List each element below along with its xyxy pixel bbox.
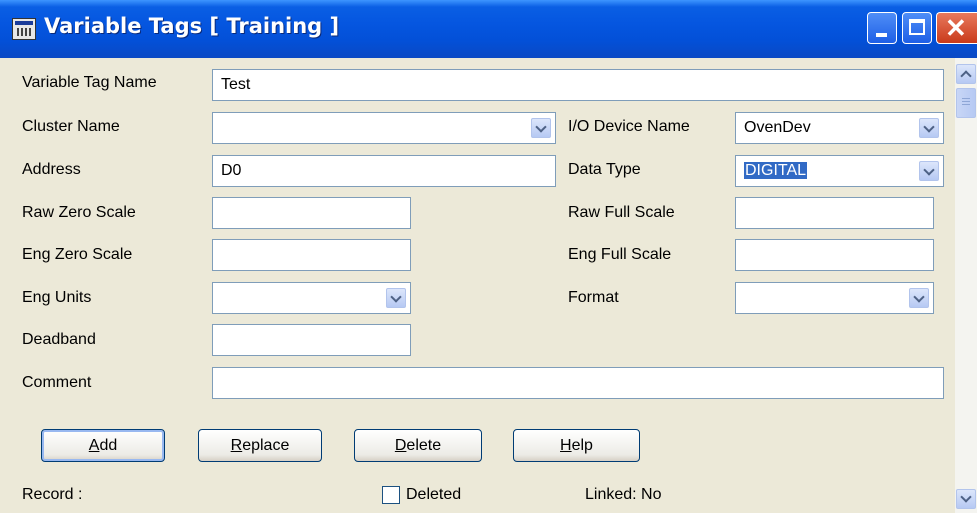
raw-full-scale-input[interactable] (735, 197, 934, 229)
window-title: Variable Tags [ Training ] (44, 14, 340, 38)
add-button-label: dd (99, 437, 118, 454)
eng-full-scale-input[interactable] (735, 239, 934, 271)
replace-button[interactable]: Replace (198, 429, 322, 462)
raw-full-scale-label: Raw Full Scale (568, 204, 675, 221)
delete-button-mnemonic: D (394, 437, 407, 454)
data-type-label: Data Type (568, 161, 641, 178)
variable-tag-name-label: Variable Tag Name (22, 74, 157, 91)
format-select[interactable] (735, 282, 934, 314)
variable-tags-window: Variable Tags [ Training ] ✕ Variable Ta… (0, 0, 977, 513)
eng-zero-scale-label: Eng Zero Scale (22, 246, 133, 263)
add-button[interactable]: Add (41, 429, 165, 462)
address-value: D0 (221, 162, 242, 179)
format-label: Format (568, 289, 619, 306)
address-label: Address (22, 161, 81, 178)
chevron-down-icon[interactable] (531, 118, 551, 138)
deleted-label: Deleted (406, 486, 462, 503)
eng-zero-scale-input[interactable] (212, 239, 411, 271)
raw-zero-scale-input[interactable] (212, 197, 411, 229)
chevron-down-icon[interactable] (919, 118, 939, 138)
io-device-name-value: OvenDev (744, 119, 811, 136)
delete-button-label: elete (406, 437, 442, 454)
eng-units-label: Eng Units (22, 289, 92, 306)
comment-input[interactable] (212, 367, 944, 399)
io-device-name-select[interactable]: OvenDev (735, 112, 944, 144)
close-button[interactable]: ✕ (936, 12, 977, 44)
linked-status: Linked: No (585, 486, 662, 503)
deleted-checkbox[interactable] (382, 486, 400, 504)
add-button-mnemonic: A (88, 437, 100, 454)
scroll-thumb[interactable] (956, 88, 976, 118)
data-type-select[interactable]: DIGITAL (735, 155, 944, 187)
help-button-mnemonic: H (560, 437, 572, 454)
data-type-value: DIGITAL (744, 162, 808, 179)
address-input[interactable]: D0 (212, 155, 556, 187)
help-button-label: elp (571, 437, 593, 454)
help-button[interactable]: Help (513, 429, 640, 462)
window-icon[interactable] (12, 18, 36, 40)
replace-button-label: eplace (242, 437, 290, 454)
maximize-button[interactable] (902, 12, 932, 44)
eng-full-scale-label: Eng Full Scale (568, 246, 672, 263)
comment-label: Comment (22, 374, 92, 391)
eng-units-select[interactable] (212, 282, 411, 314)
chevron-down-icon[interactable] (909, 288, 929, 308)
title-bar[interactable]: Variable Tags [ Training ] ✕ (0, 0, 977, 58)
variable-tag-name-value: Test (221, 76, 251, 93)
io-device-name-label: I/O Device Name (568, 118, 690, 135)
chevron-down-icon[interactable] (919, 161, 939, 181)
deadband-input[interactable] (212, 324, 411, 356)
cluster-name-select[interactable] (212, 112, 556, 144)
cluster-name-label: Cluster Name (22, 118, 120, 135)
scroll-down-icon[interactable] (956, 489, 976, 509)
close-icon: ✕ (945, 13, 967, 43)
variable-tag-name-input[interactable]: Test (212, 69, 944, 101)
variable-tag-form: Variable Tag Name Test Cluster Name I/O … (8, 58, 952, 513)
minimize-button[interactable] (867, 12, 897, 44)
replace-button-mnemonic: R (230, 437, 243, 454)
delete-button[interactable]: Delete (354, 429, 482, 462)
raw-zero-scale-label: Raw Zero Scale (22, 204, 136, 221)
scroll-up-icon[interactable] (956, 64, 976, 84)
deadband-label: Deadband (22, 331, 96, 348)
chevron-down-icon[interactable] (386, 288, 406, 308)
vertical-scrollbar[interactable] (955, 58, 977, 513)
record-label: Record : (22, 486, 83, 503)
